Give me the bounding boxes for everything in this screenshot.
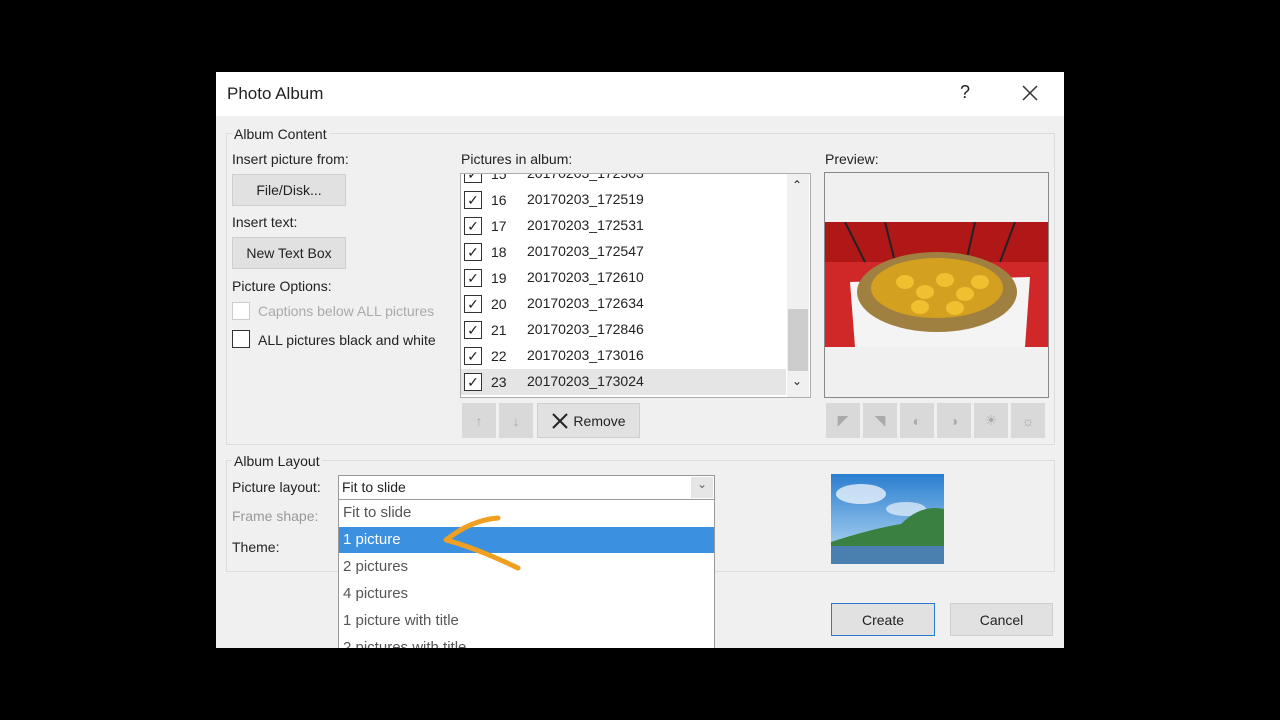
picture-list-item[interactable]: ✓ 15 20170203_172503: [461, 173, 786, 187]
picture-list-item[interactable]: ✓ 17 20170203_172531: [461, 213, 786, 239]
contrast-up-button[interactable]: ◐: [900, 403, 934, 438]
scroll-down-icon[interactable]: ⌄: [792, 374, 802, 388]
picture-layout-label: Picture layout:: [232, 479, 321, 495]
picture-number: 23: [491, 374, 507, 390]
album-layout-label: Album Layout: [232, 453, 322, 469]
file-disk-button[interactable]: File/Disk...: [232, 174, 346, 206]
arrow-up-icon: ↑: [475, 412, 483, 429]
dialog-title: Photo Album: [227, 84, 324, 103]
remove-x-icon: [552, 412, 569, 429]
layout-option[interactable]: 1 picture with title: [339, 608, 714, 634]
picture-checkbox[interactable]: ✓: [464, 191, 482, 209]
picture-list-item[interactable]: ✓ 18 20170203_172547: [461, 239, 786, 265]
preview-label: Preview:: [825, 151, 879, 167]
picture-name: 20170203_172503: [527, 173, 644, 181]
picture-number: 15: [491, 173, 507, 182]
picture-name: 20170203_172531: [527, 217, 644, 233]
frame-shape-label: Frame shape:: [232, 508, 319, 524]
remove-label: Remove: [573, 412, 626, 429]
theme-label: Theme:: [232, 539, 280, 555]
picture-name: 20170203_172610: [527, 269, 644, 285]
layout-option[interactable]: 4 pictures: [339, 581, 714, 607]
insert-text-label: Insert text:: [232, 214, 298, 230]
picture-list-item[interactable]: ✓ 21 20170203_172846: [461, 317, 786, 343]
picture-checkbox[interactable]: ✓: [464, 269, 482, 287]
chevron-down-icon[interactable]: ⌄: [691, 477, 713, 498]
picture-number: 19: [491, 270, 507, 286]
brightness-down-icon: ☼: [1021, 412, 1035, 429]
black-white-checkbox[interactable]: [232, 330, 250, 348]
listbox-scrollbar[interactable]: ⌃ ⌄: [787, 174, 809, 397]
picture-name: 20170203_172547: [527, 243, 644, 259]
arrow-down-icon: ↓: [512, 412, 520, 429]
move-up-button[interactable]: ↑: [462, 403, 496, 438]
captions-checkbox[interactable]: [232, 302, 250, 320]
scroll-up-icon[interactable]: ⌃: [792, 178, 802, 192]
captions-label: Captions below ALL pictures: [258, 303, 435, 319]
picture-layout-select[interactable]: Fit to slide ⌄: [338, 475, 715, 500]
scroll-thumb[interactable]: [788, 309, 808, 371]
picture-name: 20170203_173024: [527, 373, 644, 389]
contrast-down-icon: ◑: [949, 412, 959, 429]
pictures-listbox[interactable]: ✓ 15 20170203_172503 ✓ 16 20170203_172519…: [460, 173, 811, 398]
photo-album-dialog: Photo Album ? Album Content Insert pictu…: [216, 72, 1064, 648]
picture-checkbox[interactable]: ✓: [464, 243, 482, 261]
create-button[interactable]: Create: [831, 603, 935, 636]
album-content-label: Album Content: [232, 126, 329, 142]
picture-list-item[interactable]: ✓ 19 20170203_172610: [461, 265, 786, 291]
picture-checkbox[interactable]: ✓: [464, 321, 482, 339]
picture-options-label: Picture Options:: [232, 278, 332, 294]
picture-name: 20170203_172634: [527, 295, 644, 311]
close-icon[interactable]: [1022, 85, 1038, 101]
picture-number: 18: [491, 244, 507, 260]
picture-number: 20: [491, 296, 507, 312]
preview-image: [825, 222, 1048, 347]
picture-number: 17: [491, 218, 507, 234]
title-bar: Photo Album ?: [216, 72, 1064, 116]
rotate-left-button[interactable]: ◤: [826, 403, 860, 438]
preview-pane: [824, 172, 1049, 398]
picture-checkbox[interactable]: ✓: [464, 174, 482, 183]
remove-button[interactable]: Remove: [537, 403, 640, 438]
picture-list-item[interactable]: ✓ 20 20170203_172634: [461, 291, 786, 317]
picture-checkbox[interactable]: ✓: [464, 373, 482, 391]
picture-checkbox[interactable]: ✓: [464, 347, 482, 365]
rotate-left-icon: ◤: [837, 412, 849, 428]
insert-picture-label: Insert picture from:: [232, 151, 349, 167]
brightness-down-button[interactable]: ☼: [1011, 403, 1045, 438]
layout-option[interactable]: 2 pictures with title: [339, 635, 714, 648]
contrast-up-icon: ◐: [912, 412, 922, 429]
move-down-button[interactable]: ↓: [499, 403, 533, 438]
rotate-right-icon: ◥: [874, 412, 886, 428]
help-button[interactable]: ?: [960, 82, 970, 103]
picture-number: 22: [491, 348, 507, 364]
orange-annotation-arrow: [443, 515, 521, 571]
picture-name: 20170203_173016: [527, 347, 644, 363]
black-white-label: ALL pictures black and white: [258, 332, 436, 348]
rotate-right-button[interactable]: ◥: [863, 403, 897, 438]
picture-number: 21: [491, 322, 507, 338]
contrast-down-button[interactable]: ◑: [937, 403, 971, 438]
brightness-up-icon: ☀: [984, 412, 998, 428]
picture-layout-value: Fit to slide: [342, 479, 406, 495]
picture-name: 20170203_172519: [527, 191, 644, 207]
picture-list-item[interactable]: ✓ 16 20170203_172519: [461, 187, 786, 213]
picture-number: 16: [491, 192, 507, 208]
theme-preview-image: [831, 474, 944, 564]
picture-list-item[interactable]: ✓ 22 20170203_173016: [461, 343, 786, 369]
picture-checkbox[interactable]: ✓: [464, 217, 482, 235]
picture-list-item[interactable]: ✓ 23 20170203_173024: [461, 369, 786, 395]
brightness-up-button[interactable]: ☀: [974, 403, 1008, 438]
picture-name: 20170203_172846: [527, 321, 644, 337]
cancel-button[interactable]: Cancel: [950, 603, 1053, 636]
picture-checkbox[interactable]: ✓: [464, 295, 482, 313]
new-text-box-button[interactable]: New Text Box: [232, 237, 346, 269]
pictures-in-album-label: Pictures in album:: [461, 151, 573, 167]
